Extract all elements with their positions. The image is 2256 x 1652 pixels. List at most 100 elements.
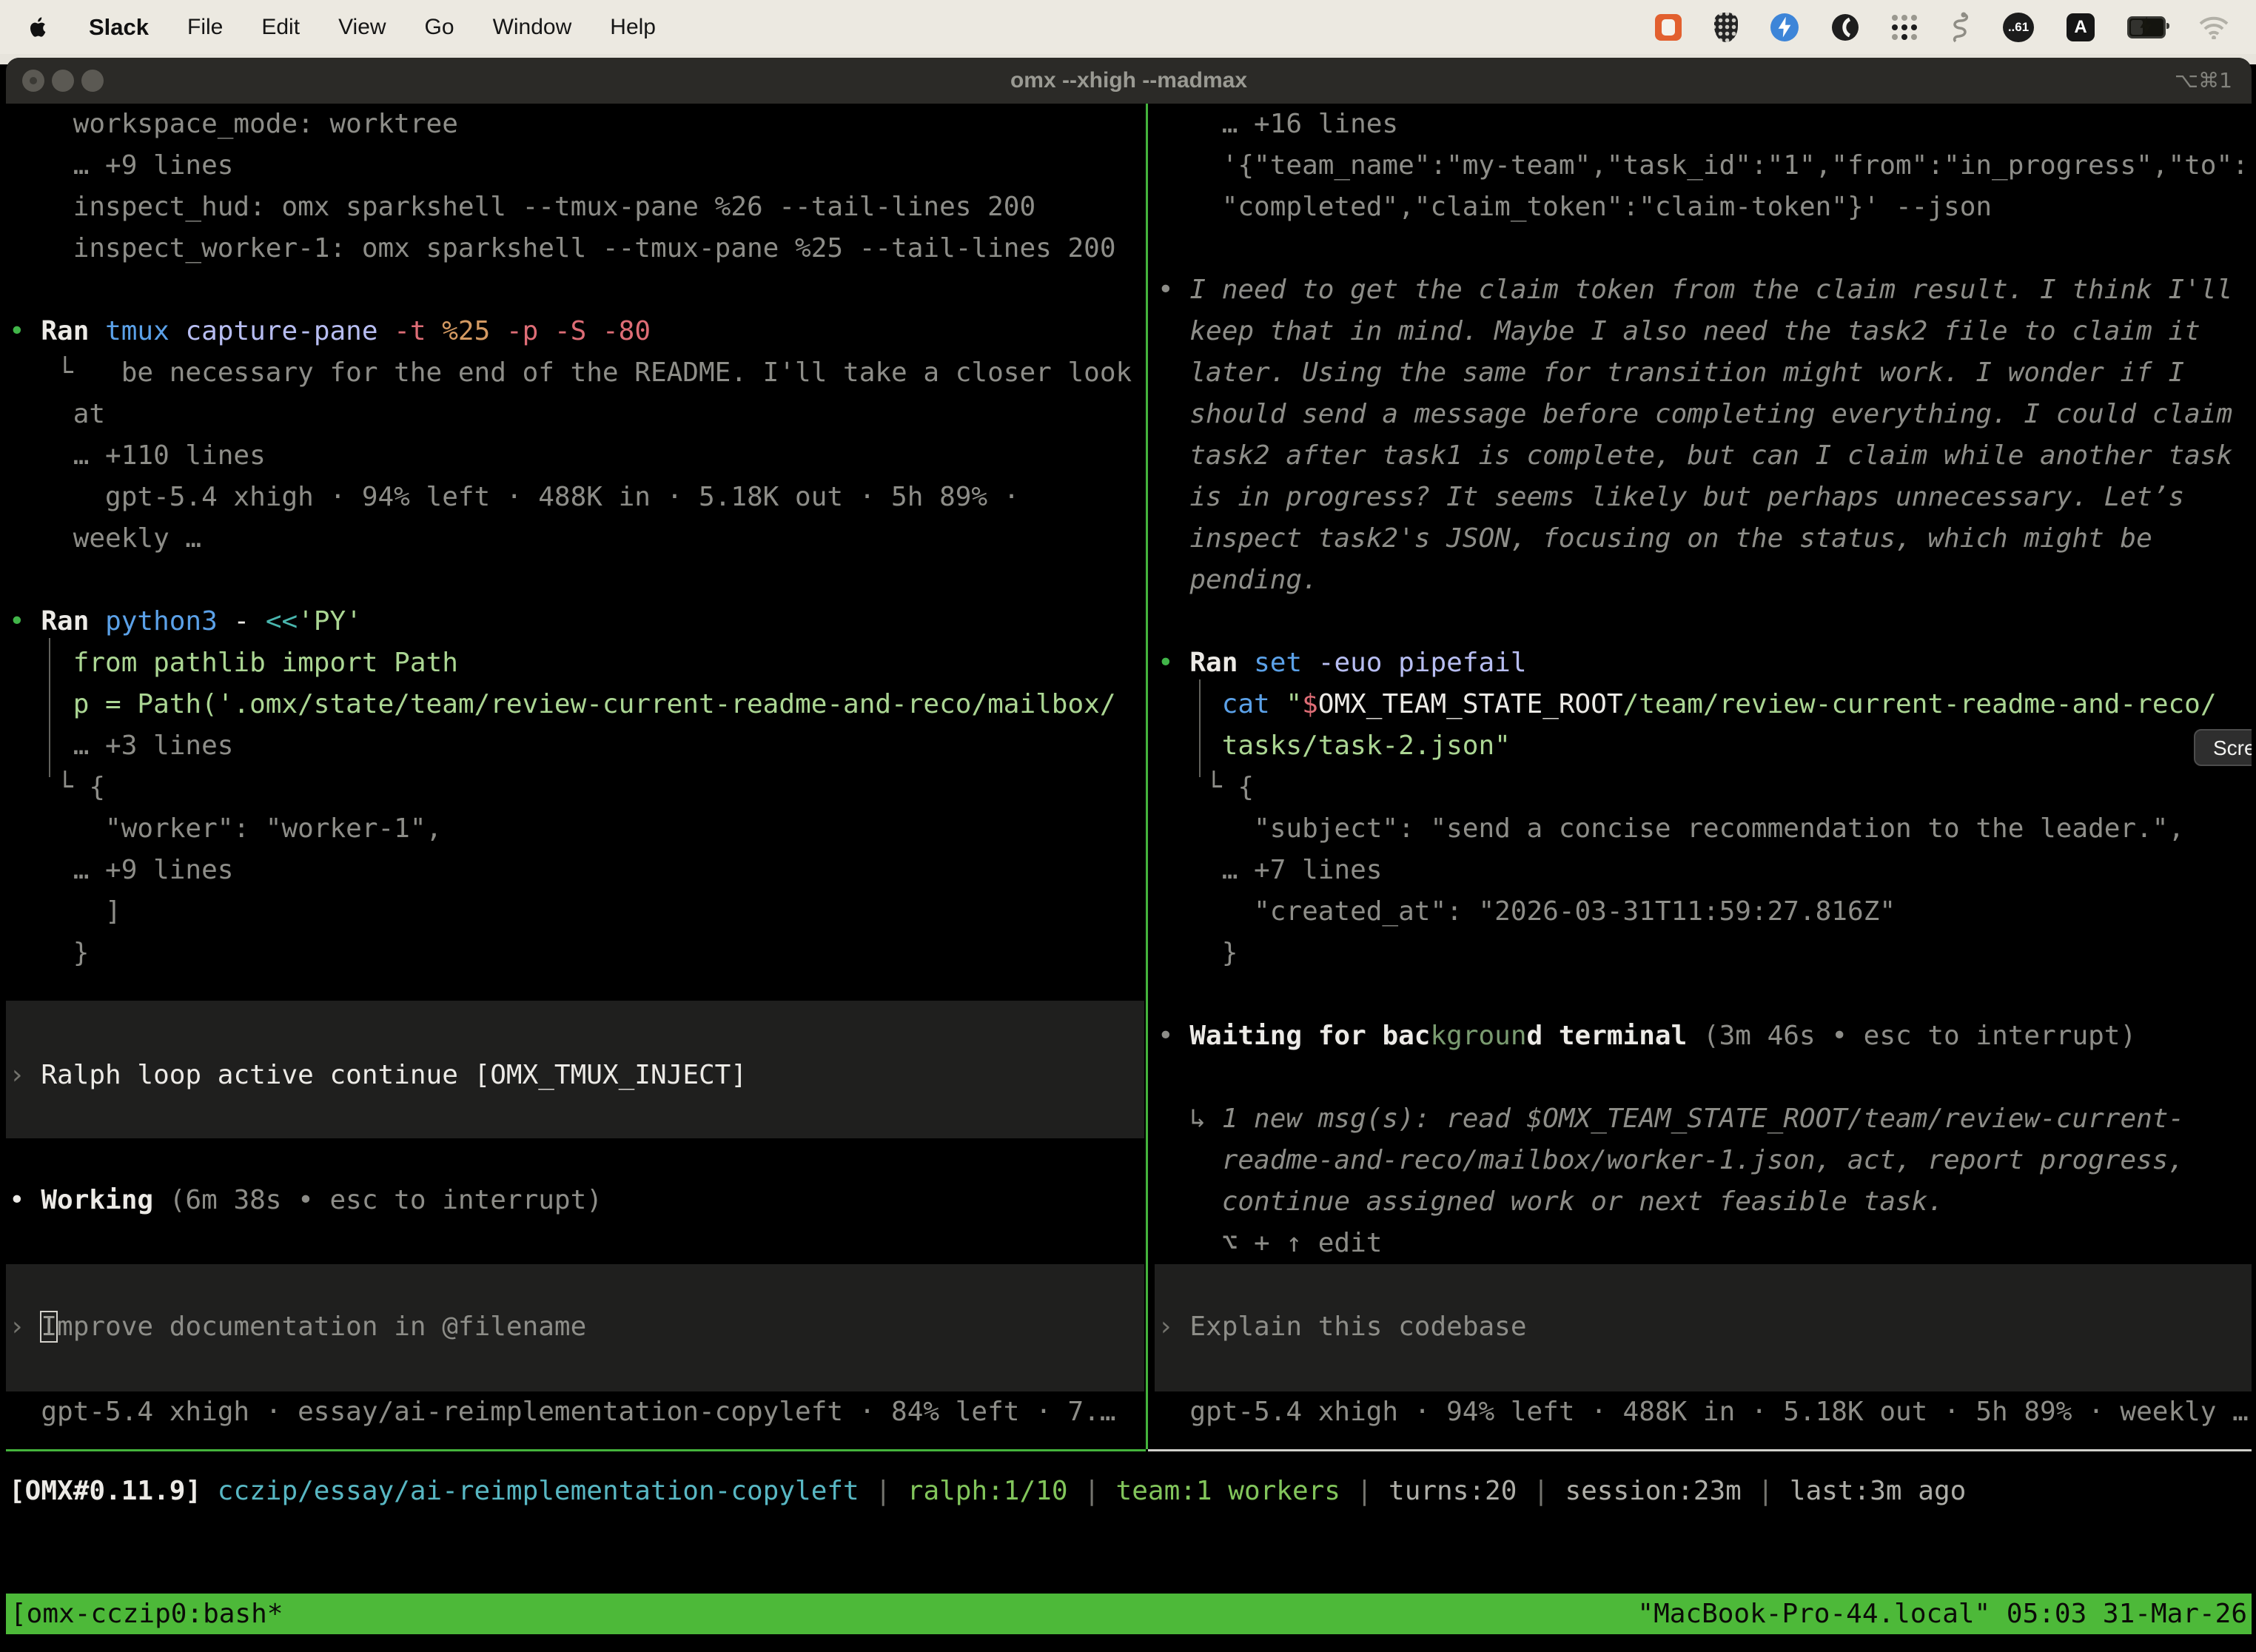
status-segment: cczip/essay/ai-reimplementation-copyleft	[201, 1476, 859, 1506]
input-band[interactable]: › Improve documentation in @filename	[6, 1264, 1144, 1391]
input-band[interactable]: › Ralph loop active continue [OMX_TMUX_I…	[6, 1001, 1144, 1138]
text-segment: ›	[1158, 1312, 1189, 1342]
text-segment: tasks/task-2.json"	[1158, 731, 1511, 761]
terminal-line: • Ran set -euo pipefail	[1155, 642, 2252, 684]
left-connector-line	[49, 638, 50, 777]
text-segment: inspect task2's JSON, focusing on the st…	[1158, 523, 2152, 554]
text-segment: workspace_mode: worktree	[9, 109, 458, 139]
text-segment: %25	[426, 316, 491, 346]
text-segment: •	[1158, 1021, 1189, 1051]
text-segment: 'PY'	[298, 606, 362, 637]
text-segment: "subject": "send a concise recommendatio…	[1158, 813, 2184, 844]
terminal-line	[1155, 601, 2252, 642]
terminal-line: task2 after task1 is complete, but can I…	[1155, 435, 2252, 477]
tmux-status-bar: [omx-cczip0:bash* "MacBook-Pro-44.local"…	[6, 1594, 2252, 1634]
text-segment: … +110 lines	[9, 440, 266, 471]
prompt-line[interactable]: › Explain this codebase	[1155, 1306, 2252, 1348]
text-segment: -	[218, 606, 249, 637]
chat-notification-icon[interactable]	[1655, 14, 1682, 41]
terminal-line: "worker": "worker-1",	[6, 808, 1144, 850]
status-segment: |	[859, 1476, 907, 1506]
text-segment: <<	[249, 606, 298, 637]
text-segment: "completed","claim_token":"claim-token"}…	[1158, 192, 1992, 222]
text-segment: •	[9, 1185, 41, 1215]
status-segment: turns:20	[1389, 1476, 1517, 1506]
terminal-line: gpt-5.4 xhigh · 94% left · 488K in · 5.1…	[1155, 1391, 2252, 1433]
window-shortcut: ⌥⌘1	[2175, 58, 2232, 104]
terminal-line: readme-and-reco/mailbox/worker-1.json, a…	[1155, 1140, 2252, 1181]
menu-item-edit[interactable]: Edit	[261, 15, 300, 40]
terminal-line: └ be necessary for the end of the README…	[6, 352, 1144, 394]
terminal-line: … +110 lines	[6, 435, 1144, 477]
omx-status-line: [OMX#0.11.9] cczip/essay/ai-reimplementa…	[9, 1471, 1966, 1512]
terminal-line: … +16 lines	[1155, 104, 2252, 145]
bolt-circle-icon[interactable]	[1770, 13, 1799, 41]
terminal-line: tasks/task-2.json"	[1155, 725, 2252, 767]
text-segment: OMX_TEAM_STATE_ROOT	[1318, 689, 1623, 719]
pane-left[interactable]: workspace_mode: worktree … +9 lines insp…	[6, 104, 1144, 1449]
terminal-line: '{"team_name":"my-team","task_id":"1","f…	[1155, 145, 2252, 187]
terminal-line: later. Using the same for transition mig…	[1155, 352, 2252, 394]
text-segment: should send a message before completing …	[1158, 399, 2232, 429]
menu-item-view[interactable]: View	[338, 15, 386, 40]
text-segment: ]	[9, 896, 121, 927]
squiggle-icon[interactable]	[1951, 12, 1970, 43]
terminal-line	[1155, 1057, 2252, 1098]
terminal-line: at	[6, 394, 1144, 435]
text-segment: I need to get the claim token from the c…	[1189, 275, 2232, 305]
text-segment: inspect_hud: omx sparkshell --tmux-pane …	[9, 192, 1035, 222]
status-segment: last:3m ago	[1790, 1476, 1966, 1506]
input-source-icon[interactable]: A	[2067, 13, 2095, 41]
text-segment: gpt-5.4 xhigh · 94% left · 488K in · 5.1…	[1158, 1397, 2249, 1427]
window-titlebar[interactable]: omx --xhigh --madmax ⌥⌘1	[6, 58, 2252, 105]
menu-item-go[interactable]: Go	[425, 15, 454, 40]
text-segment: "worker": "worker-1",	[9, 813, 442, 844]
terminal-line: ↳ 1 new msg(s): read $OMX_TEAM_STATE_ROO…	[1155, 1098, 2252, 1140]
text-segment: (3m 46s • esc to interrupt)	[1687, 1021, 2136, 1051]
text-segment: weekly …	[9, 523, 201, 554]
prompt-line[interactable]: › Improve documentation in @filename	[6, 1306, 1144, 1348]
terminal-line: └ {	[6, 767, 1144, 808]
battery-charging-icon[interactable]	[2127, 16, 2166, 38]
status-segment: |	[1517, 1476, 1565, 1506]
terminal-line	[6, 560, 1144, 601]
text-segment: •	[1158, 648, 1189, 678]
terminal-line: continue assigned work or next feasible …	[1155, 1181, 2252, 1223]
menu-app-name[interactable]: Slack	[89, 14, 149, 41]
text-segment: •	[1158, 275, 1189, 305]
text-segment: is in progress? It seems likely but perh…	[1158, 482, 2184, 512]
text-segment: set	[1238, 648, 1302, 678]
input-band[interactable]: › Explain this codebase	[1155, 1264, 2252, 1391]
menu-item-window[interactable]: Window	[493, 15, 572, 40]
menu-item-help[interactable]: Help	[610, 15, 656, 40]
status-segment: [OMX#0.11.9]	[9, 1476, 201, 1506]
text-segment: … +16 lines	[1158, 109, 1398, 139]
text-segment: Ran	[41, 316, 89, 346]
text-segment: 1 new msg(s): read $OMX_TEAM_STATE_ROOT/…	[1222, 1104, 2184, 1134]
text-segment: … +7 lines	[1158, 855, 1382, 885]
text-segment: (6m 38s • esc to interrupt)	[153, 1185, 602, 1215]
moon-circle-icon[interactable]	[1831, 13, 1859, 41]
terminal-line: weekly …	[6, 518, 1144, 560]
prompt-line[interactable]: › Ralph loop active continue [OMX_TMUX_I…	[6, 1055, 1144, 1096]
terminal-line: pending.	[1155, 560, 2252, 601]
text-segment: cat	[1158, 689, 1286, 719]
count-badge-icon[interactable]: ..61	[2003, 13, 2034, 42]
wifi-icon[interactable]	[2198, 16, 2229, 39]
terminal-window: omx --xhigh --madmax ⌥⌘1 workspace_mode:…	[6, 58, 2252, 1652]
terminal-line: }	[1155, 933, 2252, 974]
shield-grid-icon[interactable]	[1714, 13, 1738, 42]
pane-right[interactable]: … +16 lines '{"team_name":"my-team","tas…	[1155, 104, 2252, 1449]
terminal-line: └ {	[1155, 767, 2252, 808]
terminal-line	[1155, 228, 2252, 269]
pane-separator[interactable]	[1146, 104, 1148, 1449]
text-segment: from pathlib import Path	[9, 648, 458, 678]
text-segment: capture-pane	[169, 316, 378, 346]
text-segment: python3	[89, 606, 217, 637]
apple-menu-icon[interactable]	[25, 13, 50, 42]
grid-dots-icon[interactable]	[1892, 14, 1918, 41]
status-segment: team:1 workers	[1116, 1476, 1340, 1506]
spacer	[6, 1221, 1144, 1264]
text-segment: I	[41, 1312, 57, 1342]
menu-item-file[interactable]: File	[187, 15, 223, 40]
